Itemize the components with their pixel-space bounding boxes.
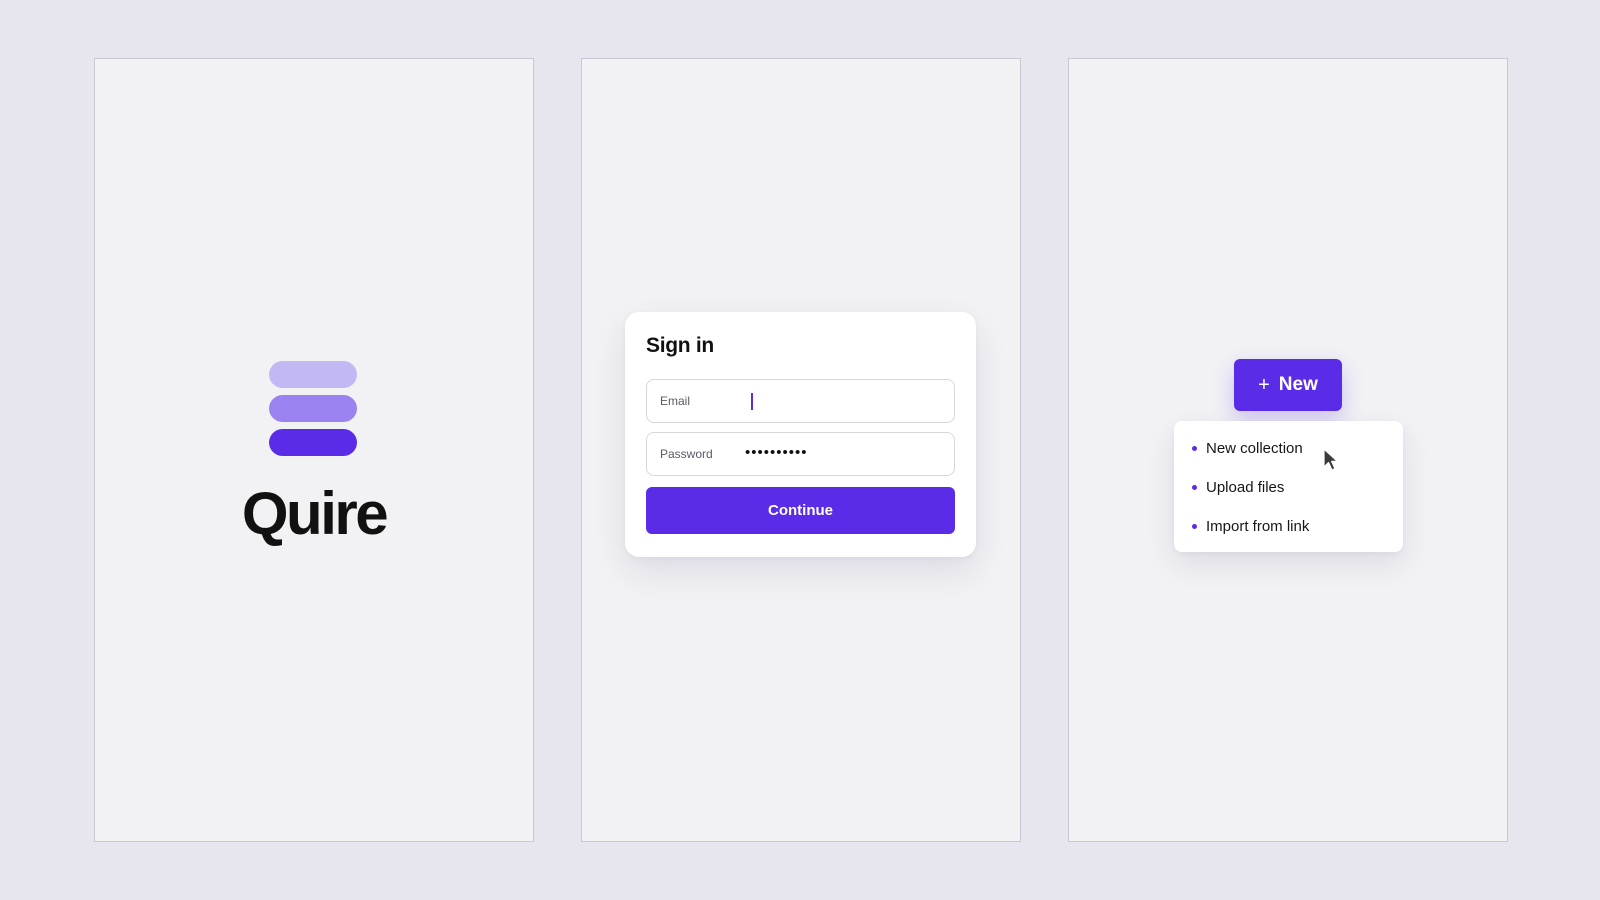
bullet-icon — [1192, 445, 1197, 451]
splash-panel: Quire — [94, 58, 534, 842]
sign-in-title: Sign in — [646, 334, 714, 357]
password-label: Password — [660, 447, 713, 461]
new-menu-panel: + New New collection Upload files Import… — [1068, 58, 1508, 842]
bullet-icon — [1192, 484, 1197, 490]
brand-name: Quire — [241, 480, 389, 547]
menu-item-import-from-link[interactable]: Import from link — [1192, 514, 1309, 538]
sign-in-card: Sign in Email Password •••••••••• Contin… — [625, 312, 976, 557]
menu-item-label: New collection — [1206, 439, 1303, 457]
new-button[interactable]: + New — [1234, 359, 1342, 411]
password-field[interactable]: Password •••••••••• — [646, 432, 955, 476]
menu-item-label: Upload files — [1206, 478, 1285, 496]
logo-bar-medium — [269, 395, 357, 422]
logo-bar-light — [269, 361, 357, 388]
logo-bar-dark — [269, 429, 357, 456]
plus-icon: + — [1258, 374, 1270, 396]
email-field[interactable]: Email — [646, 379, 955, 423]
menu-item-label: Import from link — [1206, 517, 1310, 535]
pointer-cursor-icon — [1323, 448, 1339, 471]
password-value: •••••••••• — [745, 444, 808, 461]
new-button-label: New — [1278, 374, 1318, 395]
continue-button[interactable]: Continue — [646, 487, 955, 534]
stacked-bars-logo-icon — [269, 361, 357, 463]
bullet-icon — [1192, 523, 1197, 529]
email-label: Email — [660, 394, 691, 408]
menu-item-new-collection[interactable]: New collection — [1192, 436, 1303, 460]
text-caret — [751, 393, 753, 410]
menu-item-upload-files[interactable]: Upload files — [1192, 475, 1284, 499]
new-dropdown-menu: New collection Upload files Import from … — [1174, 421, 1403, 552]
sign-in-panel: Sign in Email Password •••••••••• Contin… — [581, 58, 1021, 842]
